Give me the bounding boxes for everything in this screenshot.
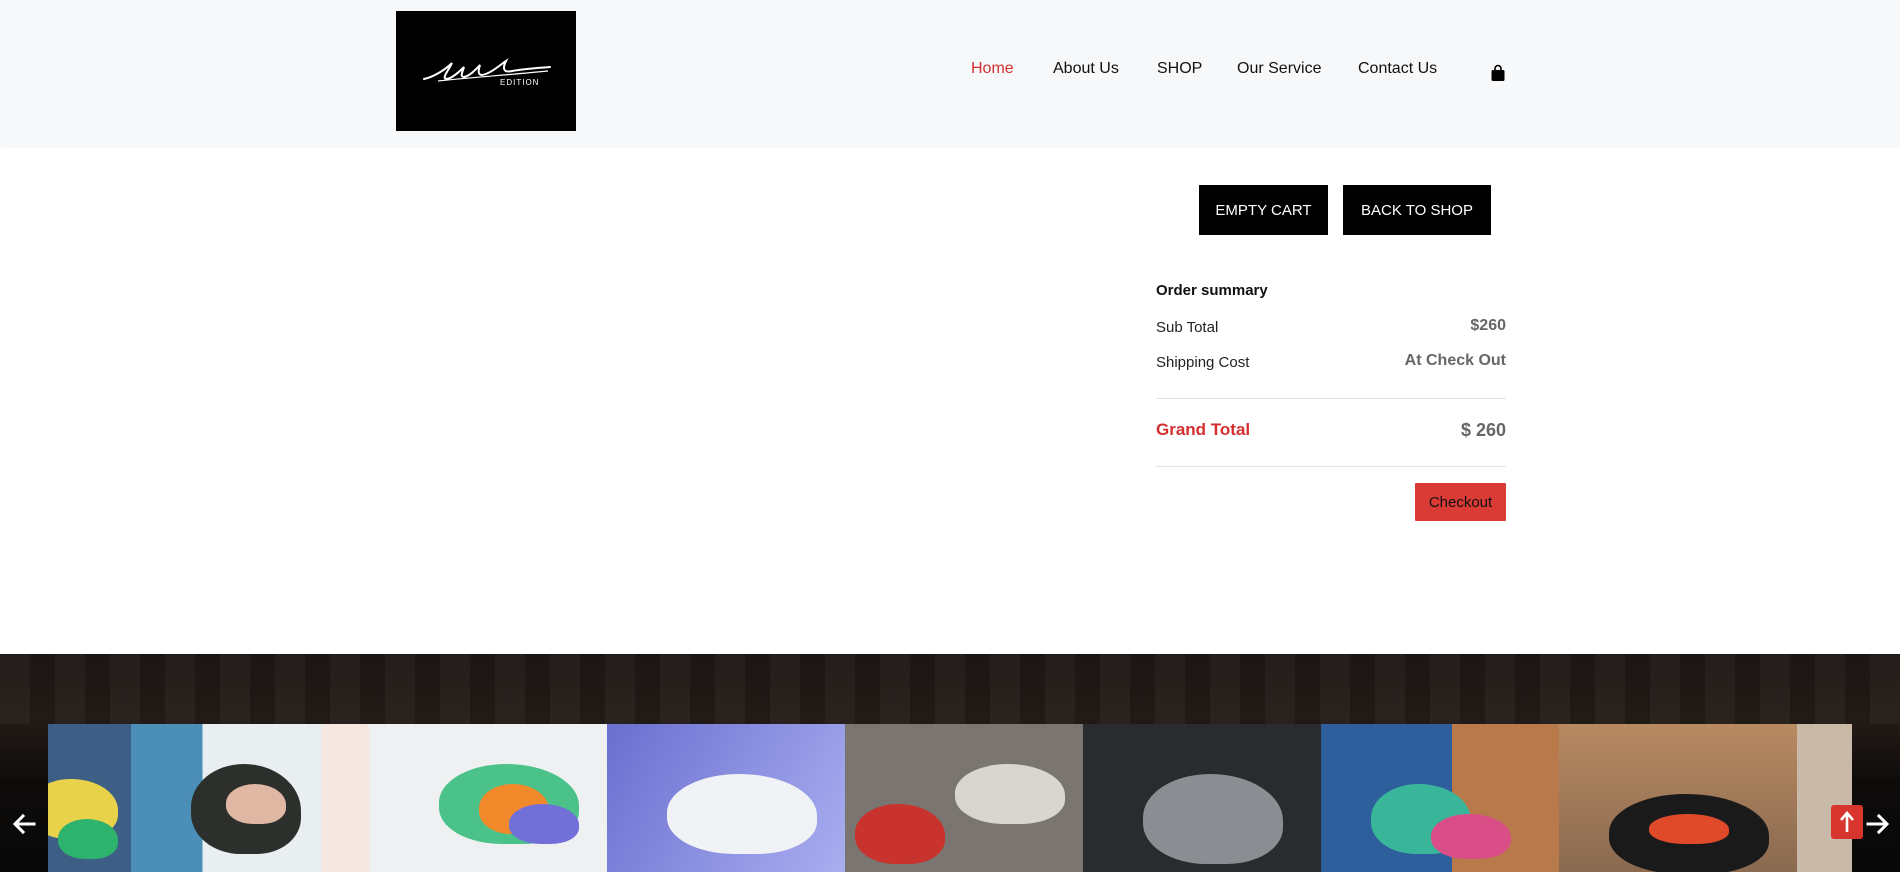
sneaker-gallery <box>48 724 1852 872</box>
grand-total-label: Grand Total <box>1156 420 1251 439</box>
arrow-right-icon[interactable] <box>1864 810 1892 838</box>
arrow-left-icon[interactable] <box>10 810 38 838</box>
order-summary-title: Order summary <box>1156 282 1268 299</box>
gallery-tile[interactable] <box>1797 724 1852 872</box>
sub-total-label: Sub Total <box>1156 319 1219 336</box>
gallery-tile[interactable] <box>1321 724 1559 872</box>
svg-text:EDITION: EDITION <box>500 78 539 87</box>
gallery-tile[interactable] <box>1083 724 1321 872</box>
shipping-cost-label: Shipping Cost <box>1156 354 1250 371</box>
gallery-tile[interactable] <box>131 724 369 872</box>
footer-background-photo <box>0 654 1900 724</box>
checkout-button[interactable]: Checkout <box>1415 483 1506 521</box>
site-logo[interactable]: EDITION <box>396 11 576 131</box>
grand-total-value: $ 260 <box>1460 420 1506 440</box>
site-header: EDITION Home About Us SHOP Our Service C… <box>0 0 1900 145</box>
summary-divider <box>1156 398 1506 399</box>
gallery-tile[interactable] <box>48 724 131 872</box>
gallery-tile[interactable] <box>369 724 607 872</box>
gallery-tile[interactable] <box>607 724 845 872</box>
limited-edition-logo-icon: EDITION <box>423 58 551 87</box>
empty-cart-button[interactable]: EMPTY CART <box>1199 185 1328 235</box>
nav-about-us[interactable]: About Us <box>1053 60 1119 78</box>
shipping-cost-value: At Check Out <box>1404 352 1506 369</box>
nav-shop[interactable]: SHOP <box>1157 60 1202 78</box>
sub-total-value: $260 <box>1470 317 1506 334</box>
gallery-tile[interactable] <box>845 724 1083 872</box>
summary-divider <box>1156 466 1506 467</box>
scroll-to-top-button[interactable] <box>1831 805 1863 839</box>
gallery-tile[interactable] <box>1559 724 1797 872</box>
nav-home[interactable]: Home <box>971 60 1014 78</box>
arrow-up-icon <box>1840 811 1854 832</box>
shopping-bag-icon[interactable] <box>1490 64 1506 82</box>
back-to-shop-button[interactable]: BACK TO SHOP <box>1343 185 1491 235</box>
nav-our-service[interactable]: Our Service <box>1237 60 1321 78</box>
footer-gallery-section <box>0 654 1900 872</box>
nav-contact-us[interactable]: Contact Us <box>1358 60 1437 78</box>
